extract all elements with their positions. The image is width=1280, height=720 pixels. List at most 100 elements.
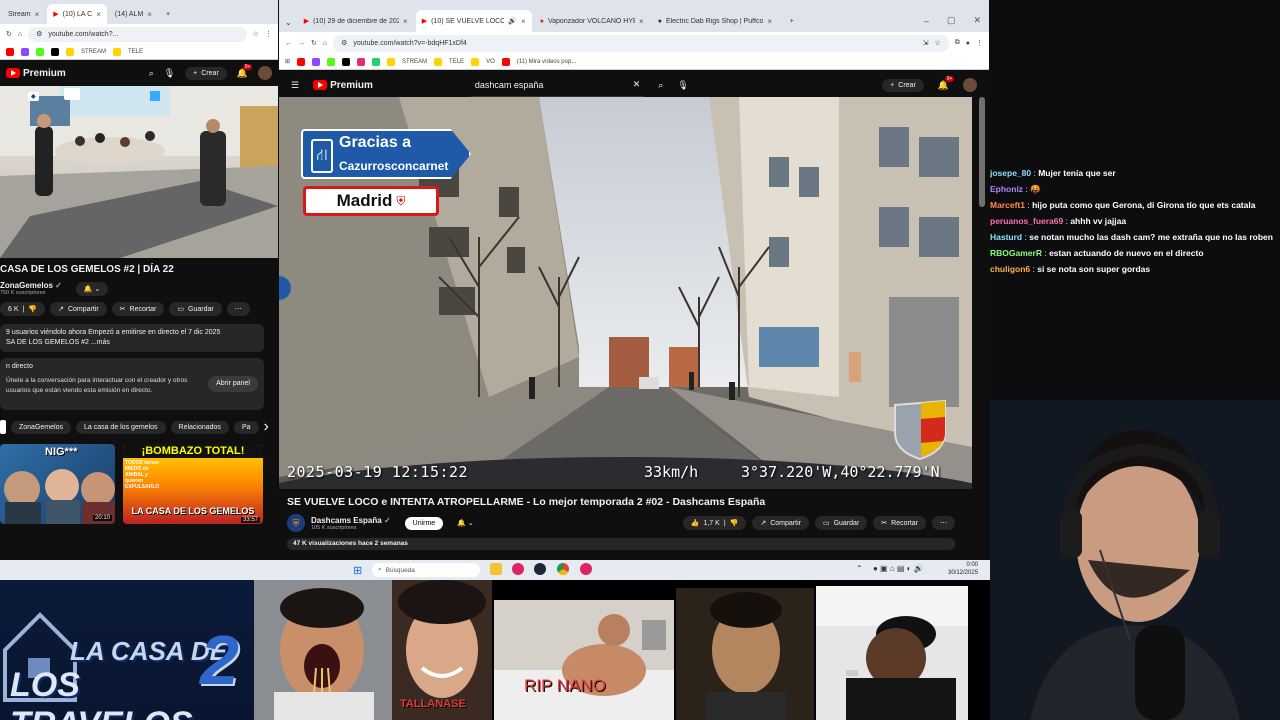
- mic-icon[interactable]: 🎙: [164, 68, 175, 79]
- more-actions-button[interactable]: ⋯: [932, 516, 955, 530]
- bell-icon[interactable]: 🔔 9+: [237, 63, 253, 79]
- chrome-icon[interactable]: [557, 563, 569, 575]
- new-tab-button[interactable]: +: [160, 4, 176, 24]
- youtube-logo[interactable]: Premium: [313, 80, 373, 91]
- maximize-icon[interactable]: ▢: [939, 15, 964, 32]
- right-tab-2[interactable]: ▶(10) SE VUELVE LOCO e INT🔊×: [415, 10, 532, 32]
- close-icon[interactable]: ×: [521, 17, 526, 26]
- clock[interactable]: 0:00 30/12/2025: [948, 561, 978, 577]
- x-bookmark-icon[interactable]: [51, 47, 59, 56]
- hamburger-icon[interactable]: ☰: [291, 80, 299, 91]
- kick-bookmark-icon[interactable]: [327, 57, 336, 66]
- speaker-icon[interactable]: 🔊: [508, 17, 517, 25]
- bell-icon[interactable]: 🔔 9+: [938, 75, 955, 91]
- right-tab-3[interactable]: ● Vaporizador VOLCANO HYBRI ×: [534, 10, 650, 32]
- site-info-icon[interactable]: ⚙: [36, 30, 42, 38]
- extension-icon[interactable]: ⧉: [955, 39, 960, 47]
- chip-related[interactable]: Relacionados: [170, 420, 229, 434]
- app-icon-2[interactable]: [580, 563, 592, 575]
- steam-icon[interactable]: [534, 563, 546, 575]
- create-button[interactable]: + Crear: [882, 78, 924, 92]
- file-explorer-icon[interactable]: [490, 563, 502, 575]
- tray-icons[interactable]: ● ▣ ⌂ ▤ ◐ 🔊: [873, 564, 924, 573]
- avatar[interactable]: [258, 66, 272, 80]
- minimize-icon[interactable]: –: [916, 16, 937, 32]
- save-button[interactable]: ▭ Guardar: [814, 516, 868, 530]
- recommended-video-2[interactable]: ¡BOMBAZO TOTAL! TODOS tienen MIEDO de AN…: [123, 444, 263, 524]
- close-icon[interactable]: ×: [147, 10, 152, 19]
- save-button[interactable]: ▭ Guardar: [169, 302, 222, 316]
- chip-all[interactable]: [0, 420, 6, 434]
- bookmark-star-icon[interactable]: ☆: [934, 39, 940, 47]
- menu-dots-icon[interactable]: ⋮: [265, 30, 272, 38]
- dashcam-video-player[interactable]: ⛙ Gracias a Cazurrosconcarnet Madrid ⛨ 2…: [279, 97, 972, 489]
- description-box[interactable]: 9 usuarios viéndolo ahora Empezó a emiti…: [0, 324, 264, 352]
- left-omnibox[interactable]: ⚙ youtube.com/watch?...: [28, 26, 247, 42]
- chip-more[interactable]: Pa: [233, 420, 259, 434]
- bookmark-star-icon[interactable]: ☆: [253, 30, 259, 38]
- bookmark-vo[interactable]: VO: [486, 59, 495, 65]
- install-icon[interactable]: ⇲: [923, 39, 929, 47]
- twitch-bookmark-icon[interactable]: [312, 57, 321, 66]
- youtube-bookmark-icon[interactable]: [297, 57, 306, 66]
- clip-button[interactable]: ✂ Recortar: [873, 516, 926, 530]
- clear-search-icon[interactable]: ✕: [633, 79, 641, 90]
- home-icon[interactable]: ⌂: [18, 31, 22, 38]
- chat-username[interactable]: Marceft1: [990, 200, 1025, 210]
- bookmark-tele[interactable]: TELE: [449, 59, 464, 65]
- youtube-bookmark-icon[interactable]: [6, 47, 14, 56]
- close-icon[interactable]: ×: [403, 17, 408, 26]
- reload-icon[interactable]: ↻: [6, 30, 12, 38]
- notification-bell-button[interactable]: 🔔 ⌄: [449, 516, 482, 530]
- bookmark-stream[interactable]: STREAM: [402, 59, 427, 65]
- menu-dots-icon[interactable]: ⋮: [976, 39, 983, 47]
- reload-icon[interactable]: ↻: [311, 39, 317, 47]
- search-icon[interactable]: ⌕: [149, 68, 154, 79]
- avatar[interactable]: [963, 78, 977, 92]
- right-tab-1[interactable]: ▶ (10) 29 de diciembre de 2025 ×: [298, 10, 414, 32]
- channel-avatar[interactable]: ⛨: [287, 514, 305, 532]
- left-video-player[interactable]: ◆: [0, 86, 278, 258]
- app-icon[interactable]: [512, 563, 524, 575]
- chat-username[interactable]: josepe_80: [990, 168, 1031, 178]
- right-omnibox[interactable]: ⚙ youtube.com/watch?v=-bdqHF1xDf4 ⇲ ☆: [333, 34, 949, 52]
- instagram-bookmark-icon[interactable]: [357, 57, 366, 66]
- close-icon[interactable]: ×: [96, 10, 101, 19]
- window-close-icon[interactable]: ✕: [965, 15, 989, 32]
- chat-username[interactable]: Ephoniz: [990, 184, 1023, 194]
- bookmark-tele[interactable]: TELE: [128, 49, 143, 55]
- youtube-logo[interactable]: Premium: [6, 68, 66, 79]
- tab-search-icon[interactable]: ⌄: [281, 18, 296, 32]
- apps-icon[interactable]: ⊞: [285, 58, 290, 65]
- tray-chevron-icon[interactable]: ⌃: [856, 564, 863, 573]
- home-icon[interactable]: ⌂: [323, 40, 327, 47]
- chip-zonagemelos[interactable]: ZonaGemelos: [11, 420, 71, 434]
- search-input[interactable]: dashcam españa: [475, 80, 544, 90]
- chevron-right-icon[interactable]: ›: [264, 418, 269, 436]
- share-button[interactable]: ↗ Compartir: [752, 516, 809, 530]
- right-tab-4[interactable]: ● Electric Dab Rigs Shop | Puffco ×: [652, 10, 782, 32]
- close-icon[interactable]: ×: [639, 17, 644, 26]
- recommended-video-1[interactable]: NIG*** 20:10: [0, 444, 115, 524]
- twitch-bookmark-icon[interactable]: [21, 47, 29, 56]
- bookmark-stream[interactable]: STREAM: [81, 49, 106, 55]
- clip-button[interactable]: ✂ Recortar: [111, 302, 165, 316]
- search-box[interactable]: dashcam españa ✕: [470, 73, 645, 97]
- create-button[interactable]: + Crear: [185, 66, 227, 80]
- left-tab-1[interactable]: Stream ×: [2, 4, 45, 24]
- join-button[interactable]: Unirme: [404, 516, 444, 530]
- x-bookmark-icon[interactable]: [342, 57, 351, 66]
- page-scrollbar[interactable]: [979, 97, 985, 207]
- more-actions-button[interactable]: ⋯: [226, 302, 250, 316]
- open-panel-button[interactable]: Abrir panel: [208, 376, 258, 392]
- kick-bookmark-icon[interactable]: [36, 47, 44, 56]
- mic-icon[interactable]: 🎙: [677, 80, 688, 91]
- chat-username[interactable]: Hasturd: [990, 232, 1022, 242]
- share-button[interactable]: ↗ Compartir: [50, 302, 107, 316]
- new-tab-button[interactable]: +: [784, 10, 800, 32]
- notification-bell-button[interactable]: 🔔 ⌄: [75, 281, 109, 296]
- close-icon[interactable]: ×: [35, 10, 40, 19]
- windows-start-icon[interactable]: ⊞: [353, 564, 362, 577]
- chat-username[interactable]: peruanos_fuera69: [990, 216, 1063, 226]
- whatsapp-bookmark-icon[interactable]: [372, 57, 381, 66]
